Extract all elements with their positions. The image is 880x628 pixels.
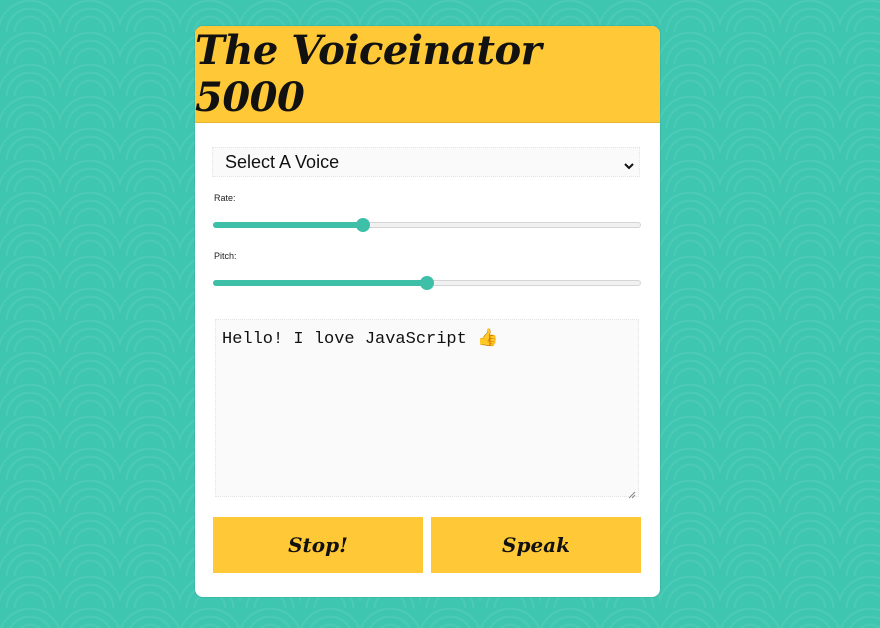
voice-select-value: Select A Voice [225,151,340,172]
rate-slider-fill [213,222,363,228]
rate-slider[interactable] [213,215,641,235]
app-title: The Voiceinator 5000 [195,27,542,121]
button-row: Stop! Speak [213,517,642,573]
pitch-slider-fill [213,280,427,286]
controls: Select A Voice Rate: Pitch: Hello! I lov… [195,147,660,573]
pitch-slider-thumb[interactable] [420,276,434,290]
header: The Voiceinator 5000 [195,26,660,123]
rate-slider-thumb[interactable] [355,218,370,232]
chevron-down-icon [623,156,635,170]
voice-select[interactable]: Select A Voice [212,147,640,177]
stop-button[interactable]: Stop! [213,517,423,573]
pitch-slider[interactable] [213,273,641,293]
pitch-label: Pitch: [214,251,237,261]
resize-handle-icon[interactable] [628,486,636,499]
speak-button[interactable]: Speak [431,517,641,573]
voiceinator-panel: The Voiceinator 5000 Select A Voice Rate… [195,26,660,597]
speech-text-value: Hello! I love JavaScript 👍 [222,330,499,349]
speech-text-input[interactable]: Hello! I love JavaScript 👍 [215,319,639,499]
rate-label: Rate: [214,193,236,203]
